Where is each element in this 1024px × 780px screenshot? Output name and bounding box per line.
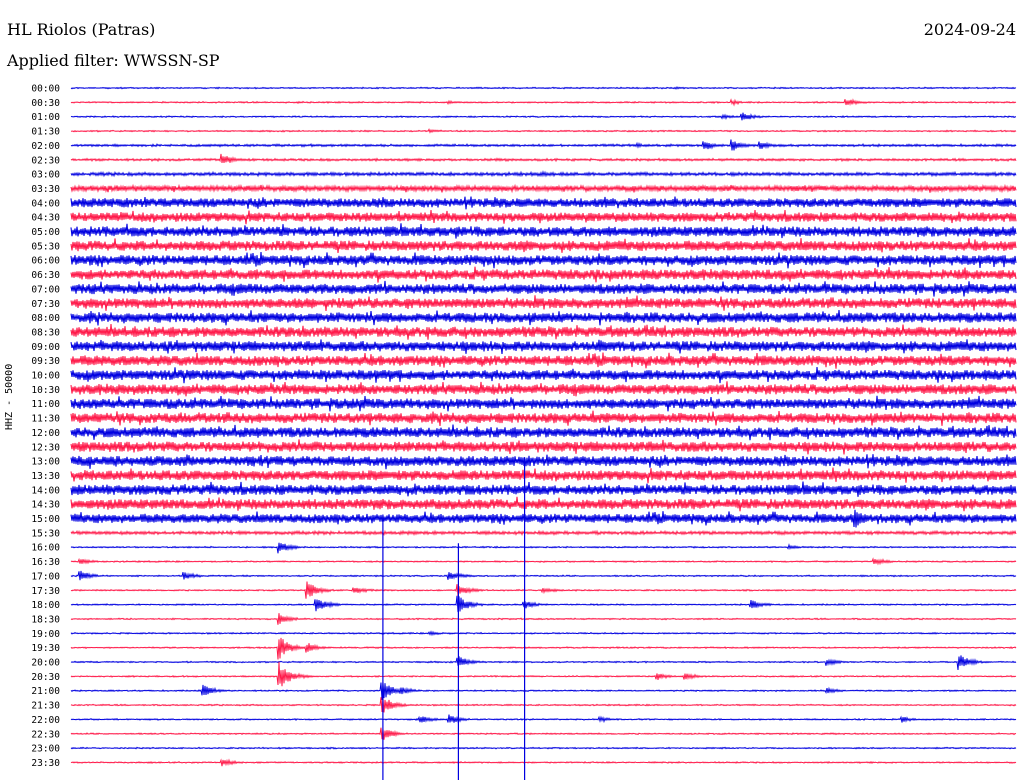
row-time-label: 06:00 — [31, 256, 60, 267]
trace-line — [70, 252, 1017, 269]
row-time-label: 04:30 — [31, 213, 60, 224]
row-time-label: 08:00 — [31, 313, 60, 324]
trace-line — [70, 170, 1017, 178]
trace-line — [70, 98, 1017, 107]
trace-line — [70, 86, 1017, 90]
trace-line — [70, 542, 1017, 554]
row-time-label: 19:00 — [31, 629, 60, 640]
row-time-label: 22:00 — [31, 715, 60, 726]
trace-line — [70, 630, 1017, 637]
trace-line — [70, 613, 1017, 625]
trace-line — [70, 196, 1017, 210]
trace-line — [70, 223, 1017, 239]
row-time-label: 21:00 — [31, 686, 60, 697]
row-time-label: 17:30 — [31, 586, 60, 597]
row-time-label: 09:30 — [31, 356, 60, 367]
row-time-label: 06:30 — [31, 270, 60, 281]
trace-line — [70, 395, 1017, 412]
row-time-label: 13:30 — [31, 471, 60, 482]
trace-line — [70, 509, 1017, 528]
trace-line — [70, 467, 1017, 484]
trace-line — [70, 324, 1017, 340]
row-time-label: 04:00 — [31, 198, 60, 209]
row-time-label: 20:30 — [31, 672, 60, 683]
row-time-label: 17:00 — [31, 571, 60, 582]
trace-line — [70, 655, 1017, 671]
row-time-label: 16:30 — [31, 557, 60, 568]
row-time-label: 08:30 — [31, 327, 60, 338]
row-time-label: 16:00 — [31, 543, 60, 554]
row-time-label: 03:30 — [31, 184, 60, 195]
row-time-label: 11:30 — [31, 414, 60, 425]
trace-line — [70, 339, 1017, 355]
row-time-label: 12:00 — [31, 428, 60, 439]
trace-line — [70, 481, 1017, 497]
row-time-label: 18:30 — [31, 614, 60, 625]
trace-line — [70, 310, 1017, 326]
row-time-label: 07:00 — [31, 284, 60, 295]
trace-line — [70, 697, 1017, 713]
row-time-label: 23:30 — [31, 758, 60, 769]
trace-line — [70, 381, 1017, 397]
row-time-label: 03:00 — [31, 170, 60, 181]
trace-line — [70, 153, 1017, 164]
row-time-label: 21:30 — [31, 701, 60, 712]
trace-line — [70, 595, 1017, 613]
row-time-label: 11:00 — [31, 399, 60, 410]
trace-line — [70, 557, 1017, 566]
row-time-label: 02:30 — [31, 155, 60, 166]
row-time-label: 19:30 — [31, 643, 60, 654]
row-time-label: 00:30 — [31, 98, 60, 109]
row-time-label: 12:30 — [31, 442, 60, 453]
trace-line — [70, 529, 1017, 537]
row-time-label: 13:00 — [31, 457, 60, 468]
row-time-label: 01:00 — [31, 112, 60, 123]
trace-line — [70, 496, 1017, 512]
row-time-label: 23:00 — [31, 744, 60, 755]
trace-line — [70, 280, 1017, 297]
row-time-label: 05:00 — [31, 227, 60, 238]
row-time-label: 00:00 — [31, 84, 60, 95]
row-time-label: 14:00 — [31, 485, 60, 496]
trace-line — [70, 183, 1017, 194]
trace-line — [70, 439, 1017, 455]
tick-label-group: 00:00 00:30 01:00 01:30 02:00 02:30 03:00 03:30… — [31, 84, 60, 769]
row-time-label: 10:00 — [31, 371, 60, 382]
trace-line — [70, 424, 1017, 441]
row-time-label: 09:00 — [31, 342, 60, 353]
row-time-label: 05:30 — [31, 241, 60, 252]
trace-line — [70, 714, 1017, 724]
row-time-label: 15:30 — [31, 528, 60, 539]
row-time-label: 15:00 — [31, 514, 60, 525]
row-time-label: 01:30 — [31, 127, 60, 138]
trace-line — [70, 410, 1017, 426]
trace-group — [70, 86, 1017, 767]
row-time-label: 18:00 — [31, 600, 60, 611]
trace-line — [70, 581, 1017, 599]
row-time-label: 14:30 — [31, 500, 60, 511]
trace-line — [70, 266, 1017, 283]
trace-line — [70, 352, 1017, 369]
trace-line — [70, 209, 1017, 225]
trace-line — [70, 661, 1017, 687]
trace-line — [70, 139, 1017, 151]
seismogram-chart: 00:00 00:30 01:00 01:30 02:00 02:30 03:00 03:30… — [31, 84, 1017, 780]
trace-line — [70, 112, 1017, 121]
trace-line — [70, 758, 1017, 767]
trace-line — [70, 454, 1017, 470]
row-time-label: 10:30 — [31, 385, 60, 396]
row-time-label: 20:00 — [31, 658, 60, 669]
trace-line — [70, 746, 1017, 750]
trace-line — [70, 128, 1017, 134]
row-time-label: 22:30 — [31, 729, 60, 740]
trace-line — [70, 727, 1017, 740]
trace-line — [70, 681, 1017, 700]
trace-line — [70, 238, 1017, 254]
row-time-label: 02:00 — [31, 141, 60, 152]
trace-line — [70, 570, 1017, 581]
trace-line — [70, 295, 1017, 311]
row-time-label: 07:30 — [31, 299, 60, 310]
trace-line — [70, 637, 1017, 660]
trace-line — [70, 367, 1017, 384]
